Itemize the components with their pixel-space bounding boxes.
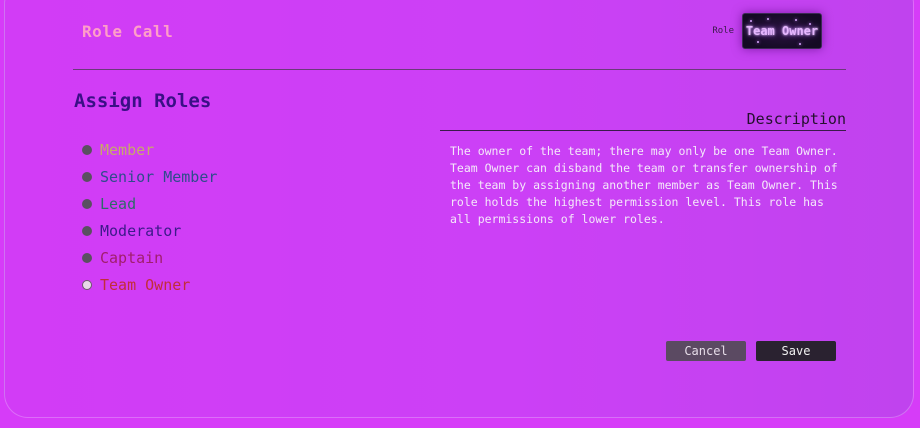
role-option-label: Team Owner — [100, 275, 191, 294]
radio-selected-icon[interactable] — [82, 279, 92, 290]
role-option-label: Member — [100, 140, 155, 159]
role-option-label: Moderator — [100, 221, 182, 240]
description-heading: Description — [746, 110, 846, 128]
current-role: Role Team Owner — [712, 13, 822, 49]
role-badge-label: Team Owner — [745, 24, 819, 38]
sparkle-decoration — [767, 18, 769, 20]
save-button[interactable]: Save — [756, 341, 836, 361]
role-option-label: Senior Member — [100, 167, 218, 186]
radio-icon[interactable] — [82, 198, 92, 209]
sparkle-decoration — [799, 43, 801, 45]
header-divider — [73, 69, 846, 70]
radio-icon[interactable] — [82, 144, 92, 155]
sparkle-decoration — [795, 19, 797, 21]
role-option-label: Captain — [100, 248, 164, 267]
section-title: Assign Roles — [74, 90, 212, 112]
app-title: Role Call — [82, 22, 174, 41]
role-option-lead[interactable]: Lead — [82, 190, 217, 217]
radio-icon[interactable] — [82, 225, 92, 236]
role-option-moderator[interactable]: Moderator — [82, 217, 217, 244]
description-divider — [440, 130, 846, 131]
role-option-senior-member[interactable]: Senior Member — [82, 163, 217, 190]
radio-icon[interactable] — [82, 252, 92, 263]
role-list: Member Senior Member Lead Moderator Capt… — [82, 136, 217, 298]
role-option-label: Lead — [100, 194, 137, 213]
sparkle-decoration — [750, 20, 752, 22]
role-description: The owner of the team; there may only be… — [450, 144, 838, 226]
cancel-button[interactable]: Cancel — [666, 341, 746, 361]
role-option-member[interactable]: Member — [82, 136, 217, 163]
sparkle-decoration — [757, 41, 759, 43]
role-caption: Role — [712, 26, 734, 36]
role-badge: Team Owner — [742, 13, 822, 49]
role-option-team-owner[interactable]: Team Owner — [82, 271, 217, 298]
radio-icon[interactable] — [82, 171, 92, 182]
role-option-captain[interactable]: Captain — [82, 244, 217, 271]
